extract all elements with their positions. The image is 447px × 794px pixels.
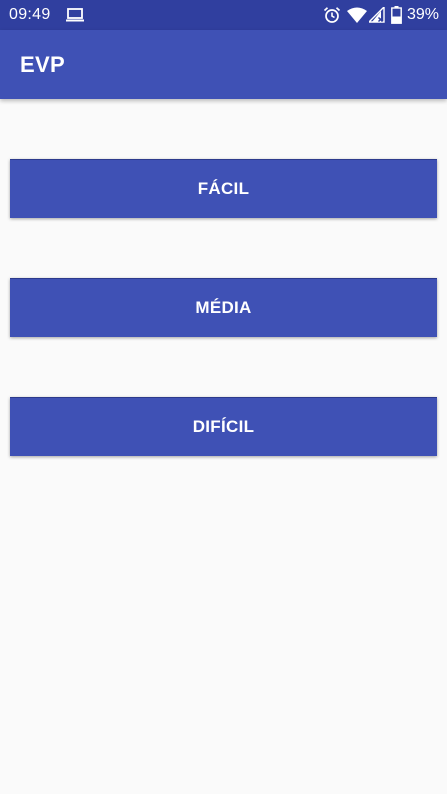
battery-percent: 39%: [406, 6, 439, 23]
status-bar: 09:49 39%: [0, 0, 447, 30]
medium-button[interactable]: MÉDIA: [10, 278, 437, 337]
hard-button[interactable]: DIFÍCIL: [10, 397, 437, 456]
app-bar: EVP: [0, 30, 447, 99]
laptop-icon: [66, 8, 84, 22]
wifi-icon: [346, 7, 367, 23]
status-icons: 39%: [323, 5, 439, 25]
easy-button[interactable]: FÁCIL: [10, 159, 437, 218]
app-title: EVP: [20, 52, 65, 77]
alarm-icon: [323, 7, 341, 23]
signal-icon: [368, 7, 385, 23]
battery-icon: [391, 6, 402, 24]
status-time: 09:49: [9, 6, 51, 23]
